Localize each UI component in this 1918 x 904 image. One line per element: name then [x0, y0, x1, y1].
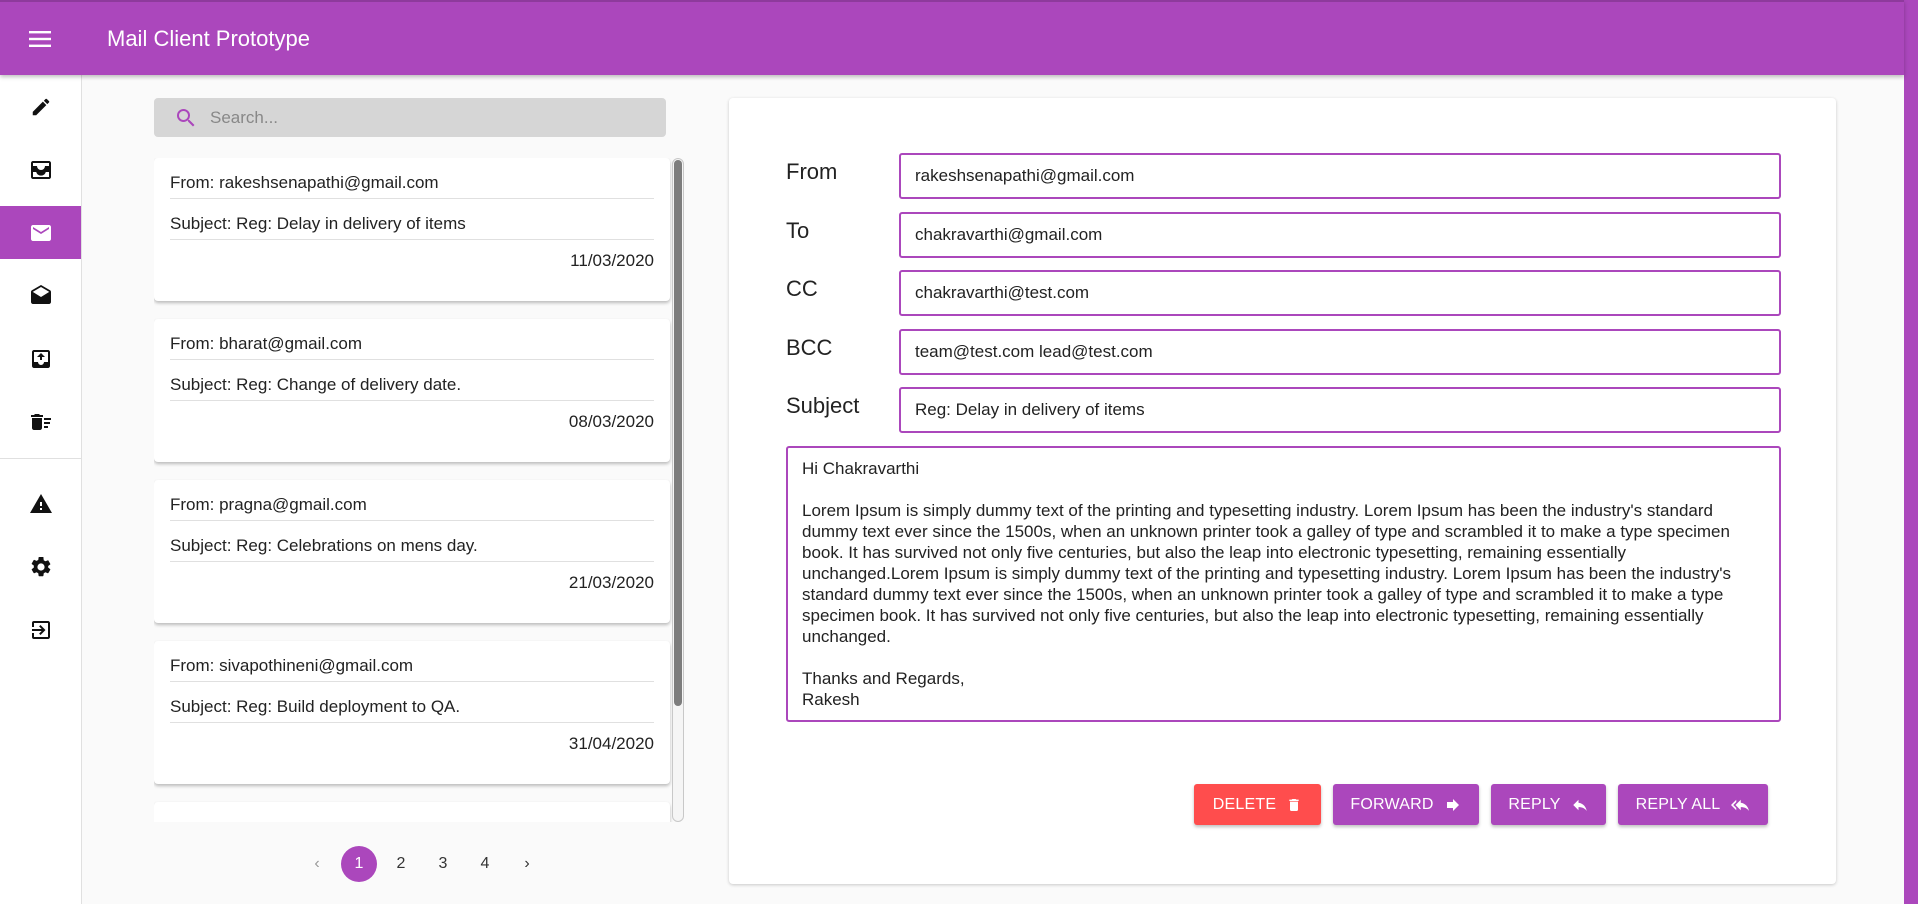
subject-field[interactable]	[899, 387, 1781, 433]
mail-list: From: rakeshsenapathi@gmail.com Subject:…	[154, 158, 684, 822]
trash-icon	[1289, 798, 1299, 811]
nav-item-logout[interactable]	[0, 603, 81, 656]
action-bar: DELETE FORWARD REPLY REPLY ALL	[1194, 784, 1768, 825]
mail-detail-panel: From To CC BCC Subject Hi Chakravarthi L…	[729, 98, 1836, 884]
mail-subject: Subject: Reg: Celebrations on mens day.	[170, 521, 654, 562]
nav-item-settings[interactable]	[0, 540, 81, 593]
mail-from: From: bharat@gmail.com	[170, 319, 654, 360]
forward-label: FORWARD	[1350, 795, 1434, 813]
page-button-2[interactable]: 2	[383, 846, 419, 882]
mail-list-scrollbar[interactable]	[672, 158, 684, 822]
list-item[interactable]	[154, 802, 670, 822]
exit-icon	[31, 620, 50, 639]
mail-date: 21/03/2020	[568, 572, 654, 592]
mail-date: 31/04/2020	[568, 733, 654, 753]
hamburger-icon	[29, 30, 51, 47]
list-item[interactable]: From: bharat@gmail.com Subject: Reg: Cha…	[154, 319, 670, 462]
bcc-field[interactable]	[899, 329, 1781, 375]
nav-item-trash[interactable]	[0, 395, 81, 448]
subject-label: Subject	[786, 393, 860, 418]
nav-item-mail[interactable]	[0, 206, 81, 259]
from-label: From	[786, 159, 838, 184]
page-button-1[interactable]: 1	[341, 846, 377, 882]
to-row: To	[786, 212, 1781, 258]
mail-subject: Subject: Reg: Change of delivery date.	[170, 360, 654, 401]
warning-icon	[29, 493, 52, 513]
nav-item-compose[interactable]	[0, 80, 81, 133]
gear-icon	[31, 556, 50, 576]
reply-label: REPLY	[1508, 795, 1561, 813]
reply-all-icon	[1731, 799, 1750, 811]
search-input[interactable]	[210, 107, 630, 128]
reply-all-label: REPLY ALL	[1635, 795, 1721, 813]
mail-from: From: sivapothineni@gmail.com	[170, 641, 654, 682]
app-bar: Mail Client Prototype	[0, 0, 1904, 75]
cc-field[interactable]	[899, 270, 1781, 316]
bcc-row: BCC	[786, 329, 1781, 375]
page-button-4[interactable]: 4	[467, 846, 503, 882]
forward-arrow-icon	[1446, 798, 1459, 811]
to-label: To	[786, 218, 810, 243]
mail-body[interactable]: Hi Chakravarthi Lorem Ipsum is simply du…	[786, 446, 1781, 722]
reply-all-button[interactable]: REPLY ALL	[1618, 784, 1768, 825]
from-row: From	[786, 153, 1781, 199]
nav-item-drafts[interactable]	[0, 269, 81, 322]
nav-item-sent[interactable]	[0, 332, 81, 385]
list-item[interactable]: From: rakeshsenapathi@gmail.com Subject:…	[154, 158, 670, 301]
reply-button[interactable]: REPLY	[1491, 784, 1606, 825]
to-field[interactable]	[899, 212, 1781, 258]
delete-label: DELETE	[1212, 795, 1277, 813]
delete-sweep-icon	[30, 413, 51, 430]
open-envelope-icon	[30, 284, 51, 304]
list-item[interactable]: From: pragna@gmail.com Subject: Reg: Cel…	[154, 480, 670, 623]
forward-button[interactable]: FORWARD	[1333, 784, 1479, 825]
mail-from: From: pragna@gmail.com	[170, 480, 654, 521]
page-button-3[interactable]: 3	[425, 846, 461, 882]
search-icon	[174, 106, 198, 130]
next-page-button[interactable]: ›	[509, 846, 545, 882]
nav-drawer	[0, 75, 82, 904]
mail-subject: Subject: Reg: Build deployment to QA.	[170, 682, 654, 723]
bcc-label: BCC	[786, 335, 833, 360]
mail-from: From: rakeshsenapathi@gmail.com	[170, 158, 654, 199]
envelope-icon	[30, 224, 51, 241]
subject-row: Subject	[786, 387, 1781, 433]
reply-icon	[1572, 799, 1587, 811]
delete-button[interactable]: DELETE	[1194, 784, 1321, 825]
nav-divider	[0, 458, 81, 459]
from-field[interactable]	[899, 153, 1781, 199]
app-title: Mail Client Prototype	[107, 25, 310, 51]
mail-date: 08/03/2020	[568, 411, 654, 431]
list-item[interactable]: From: sivapothineni@gmail.com Subject: R…	[154, 641, 670, 784]
pagination: ‹ 1 2 3 4 ›	[296, 846, 548, 882]
upload-tray-icon	[31, 349, 50, 368]
pencil-icon	[32, 98, 49, 115]
search-bar[interactable]	[154, 98, 666, 137]
window-edge	[1904, 0, 1918, 904]
nav-item-spam[interactable]	[0, 477, 81, 530]
scrollbar-thumb[interactable]	[674, 160, 682, 706]
mail-date: 11/03/2020	[570, 250, 654, 270]
nav-item-inbox[interactable]	[0, 143, 81, 196]
mail-subject: Subject: Reg: Delay in delivery of items	[170, 199, 654, 240]
inbox-tray-icon	[30, 160, 51, 179]
menu-button[interactable]	[0, 1, 80, 76]
cc-label: CC	[786, 276, 818, 301]
cc-row: CC	[786, 270, 1781, 316]
prev-page-button[interactable]: ‹	[299, 846, 335, 882]
